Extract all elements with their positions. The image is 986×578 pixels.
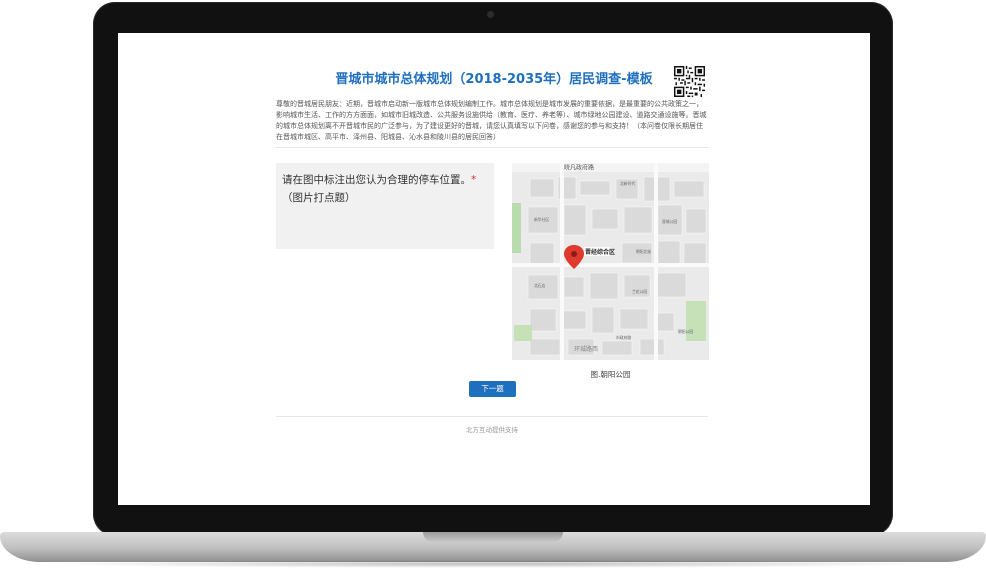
map-place-label: 新华社区 xyxy=(534,217,549,222)
laptop-base xyxy=(0,532,986,562)
divider xyxy=(276,416,708,417)
map-road-label-bottom: 环城路西 xyxy=(574,345,598,353)
map-place-label: 晋城公园 xyxy=(662,219,677,224)
map-place-label: 兰花公园 xyxy=(632,289,647,294)
laptop-notch xyxy=(423,532,563,542)
map-place-label: 市政府路 xyxy=(616,335,631,340)
map-image[interactable]: 晓凡政府路 环城路西 北新时代 新华社区 朝阳北街 晋城公园 兰花公园 朝阳公园… xyxy=(512,163,709,360)
map-place-label: 朝阳北街 xyxy=(636,249,651,254)
map-place-label: 北石店 xyxy=(534,283,546,288)
question-text-block: 请在图中标注出您认为合理的停车位置。* （图片打点题） xyxy=(282,171,487,207)
divider xyxy=(276,147,708,148)
question-text: 请在图中标注出您认为合理的停车位置。 xyxy=(282,174,471,186)
required-mark: * xyxy=(471,174,477,186)
next-question-button[interactable]: 下一题 xyxy=(469,381,516,397)
question-type-hint: （图片打点题） xyxy=(282,192,356,204)
map-marker-label: 晋经综合区 xyxy=(585,248,615,256)
survey-title: 晋城市城市总体规划（2018-2035年）居民调查-模板 xyxy=(335,72,653,87)
map-place-label: 朝阳公园 xyxy=(678,329,693,334)
question-box: 请在图中标注出您认为合理的停车位置。* （图片打点题） xyxy=(276,163,494,249)
map-road-label-top: 晓凡政府路 xyxy=(564,164,594,172)
camera-icon xyxy=(487,11,494,18)
laptop-shadow xyxy=(40,560,946,568)
qr-code-icon xyxy=(674,66,705,97)
map-place-label: 北新时代 xyxy=(620,181,635,186)
browser-viewport: 晋城市城市总体规划（2018-2035年）居民调查-模板 尊敬的晋城居民朋友：近… xyxy=(118,33,870,505)
map-caption: 图.朝阳公园 xyxy=(590,370,631,379)
survey-intro: 尊敬的晋城居民朋友：近期，晋城市启动新一版城市总体规划编制工作。城市总体规划是城… xyxy=(276,100,707,141)
footer-credit: 北方互动提供支持 xyxy=(466,426,518,434)
